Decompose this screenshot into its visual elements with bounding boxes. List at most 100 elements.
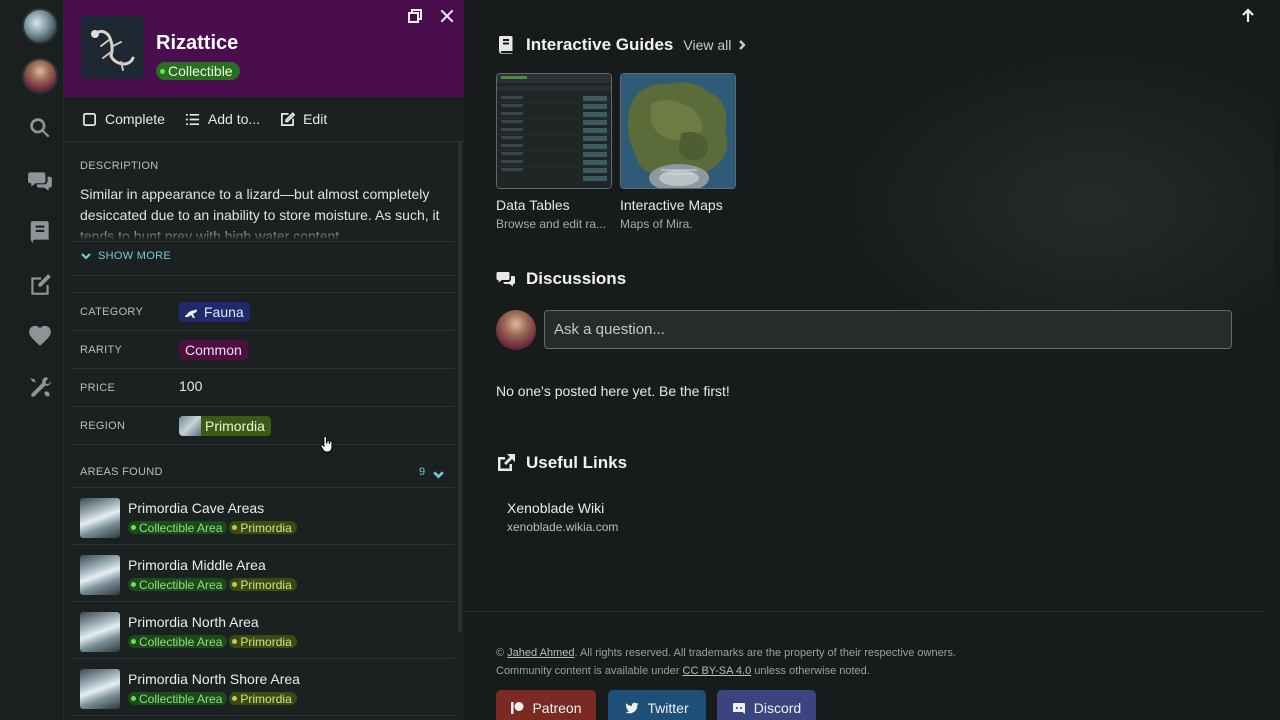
divider — [72, 715, 455, 716]
background-art — [824, 40, 1274, 340]
area-region-label: Primordia — [240, 634, 292, 649]
guide-card-interactive-maps[interactable]: Interactive Maps Maps of Mira. — [620, 73, 736, 231]
search-icon[interactable] — [27, 115, 53, 141]
rights-text: . All rights reserved. All trademarks ar… — [574, 647, 956, 659]
external-link-icon — [498, 454, 515, 471]
edit-button[interactable]: Edit — [280, 111, 327, 127]
property-row-category: CATEGORY Fauna — [72, 292, 455, 330]
rarity-tag[interactable]: Common — [179, 340, 248, 360]
description-label: DESCRIPTION — [80, 160, 159, 172]
areas-count: 9 — [419, 466, 426, 478]
ask-question-input[interactable] — [544, 310, 1232, 349]
no-posts-message: No one's posted here yet. Be the first! — [496, 383, 730, 399]
show-more-button[interactable]: SHOW MORE — [80, 250, 171, 262]
area-name: Primordia North Shore Area — [128, 671, 300, 687]
author-link[interactable]: Jahed Ahmed — [507, 647, 574, 659]
list-item[interactable]: Primordia Middle Area Collectible Area P… — [72, 544, 455, 601]
patreon-icon — [511, 702, 524, 714]
area-region-tag[interactable]: Primordia — [229, 520, 297, 535]
area-thumbnail — [80, 612, 120, 652]
popout-icon[interactable] — [407, 8, 423, 24]
user-avatar[interactable] — [22, 58, 58, 94]
area-region-tag[interactable]: Primordia — [229, 634, 297, 649]
area-type-tag[interactable]: Collectible Area — [128, 520, 228, 535]
discord-label: Discord — [753, 700, 802, 716]
license-link[interactable]: CC BY-SA 4.0 — [683, 665, 752, 677]
area-thumbnail — [80, 555, 120, 595]
area-region-label: Primordia — [240, 691, 292, 706]
view-all-label: View all — [683, 37, 732, 53]
area-type-tag[interactable]: Collectible Area — [128, 578, 228, 592]
area-type-tag[interactable]: Collectible Area — [128, 692, 228, 706]
areas-found-header[interactable]: AREAS FOUND 9 — [72, 444, 455, 488]
complete-button[interactable]: Complete — [82, 111, 165, 127]
list-item[interactable]: Primordia North Area Collectible Area Pr… — [72, 601, 455, 658]
region-tag[interactable]: Primordia — [179, 416, 271, 436]
list-item[interactable]: Primordia North Shore Area Collectible A… — [72, 658, 455, 715]
area-type-tag[interactable]: Collectible Area — [128, 634, 228, 649]
panel-scroll-content: DESCRIPTION Similar in appearance to a l… — [72, 142, 455, 720]
main-content: Interactive Guides View all Data Tables … — [464, 0, 1280, 720]
complete-label: Complete — [105, 111, 165, 127]
type-badge-label: Collectible — [168, 63, 233, 79]
area-region-tag[interactable]: Primordia — [229, 578, 297, 592]
edit-icon[interactable] — [27, 272, 53, 298]
view-all-link[interactable]: View all — [683, 37, 747, 53]
property-row-region: REGION Primordia — [72, 406, 455, 444]
twitter-label: Twitter — [647, 700, 689, 716]
navigation-rail — [0, 0, 64, 720]
copyright-symbol: © — [496, 647, 505, 659]
area-thumbnail — [80, 669, 120, 709]
price-value: 100 — [179, 378, 203, 394]
area-region-tag[interactable]: Primordia — [229, 691, 297, 706]
close-icon[interactable] — [439, 8, 455, 24]
area-type-label: Collectible Area — [139, 520, 223, 535]
category-tag[interactable]: Fauna — [179, 302, 250, 322]
scroll-to-top-icon[interactable] — [1240, 8, 1256, 24]
show-more-label: SHOW MORE — [98, 250, 171, 262]
guide-card-data-tables[interactable]: Data Tables Browse and edit ra... — [496, 73, 612, 231]
type-badge[interactable]: Collectible — [156, 62, 240, 80]
useful-link-item[interactable]: Xenoblade Wiki xenoblade.wikia.com — [507, 500, 618, 534]
list-item[interactable]: Primordia Cave Areas Collectible Area Pr… — [72, 487, 455, 544]
chevron-down-icon — [81, 253, 91, 260]
discord-icon — [732, 703, 745, 714]
entity-title: Rizattice — [156, 32, 239, 54]
tools-icon[interactable] — [27, 375, 53, 401]
panel-scrollbar[interactable] — [458, 142, 462, 632]
footer: © Jahed Ahmed. All rights reserved. All … — [464, 611, 1264, 720]
checkbox-icon — [83, 112, 96, 126]
chat-icon — [496, 272, 515, 287]
heart-icon[interactable] — [27, 323, 53, 349]
region-value: Primordia — [205, 418, 265, 434]
rarity-label: RARITY — [80, 344, 123, 356]
divider — [72, 275, 455, 276]
twitter-button[interactable]: Twitter — [608, 690, 706, 720]
category-label: CATEGORY — [80, 306, 144, 318]
patreon-button[interactable]: Patreon — [496, 690, 596, 720]
guide-subtitle: Browse and edit ra... — [496, 217, 607, 231]
creature-icon — [185, 309, 197, 318]
panel-header: Rizattice Collectible — [64, 0, 464, 97]
book-icon[interactable] — [27, 219, 53, 245]
license-line: Community content is available under CC … — [496, 665, 870, 677]
app-logo[interactable] — [22, 8, 58, 44]
twitter-icon — [625, 702, 639, 714]
discord-button[interactable]: Discord — [717, 690, 816, 720]
link-title: Xenoblade Wiki — [507, 500, 605, 516]
divider — [72, 241, 455, 242]
add-to-label: Add to... — [207, 111, 261, 127]
guide-title: Data Tables — [496, 197, 570, 213]
guides-header: Interactive Guides View all — [496, 35, 747, 55]
chat-icon[interactable] — [27, 167, 53, 193]
link-url: xenoblade.wikia.com — [507, 520, 619, 534]
chevron-down-icon[interactable] — [432, 466, 445, 479]
area-type-label: Collectible Area — [139, 634, 223, 649]
area-name: Primordia Cave Areas — [128, 500, 265, 516]
community-prefix: Community content is available under — [496, 665, 680, 677]
add-to-button[interactable]: Add to... — [185, 111, 260, 127]
badge-dot-icon — [160, 68, 165, 74]
area-region-label: Primordia — [240, 520, 292, 535]
region-label: REGION — [80, 420, 126, 432]
guides-title: Interactive Guides — [526, 35, 674, 54]
